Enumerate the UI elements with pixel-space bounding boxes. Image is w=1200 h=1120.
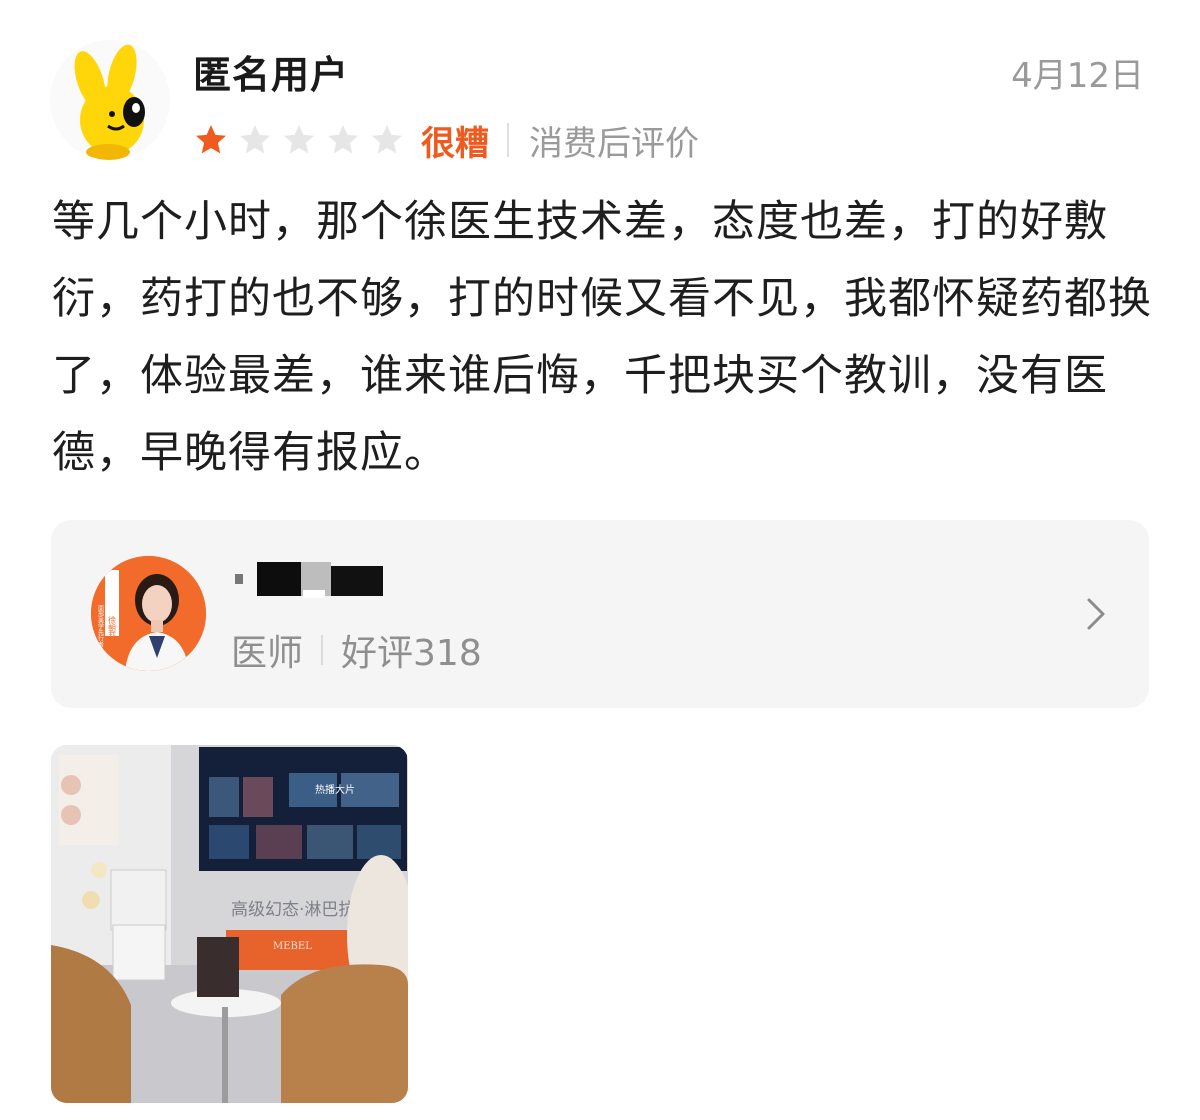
user-avatar[interactable] xyxy=(50,40,170,160)
rating-row: 很糟 消费后评价 xyxy=(193,116,699,164)
username[interactable]: 匿名用户 xyxy=(193,44,349,99)
star-empty-icon xyxy=(240,125,270,154)
doctor-avatar: 徐朝莉 面部美学先行者 xyxy=(91,556,206,671)
star-empty-icon xyxy=(284,125,314,154)
review-text: 等几个小时，那个徐医生技术差，态度也差，打的好敷衍，药打的也不够，打的时候又看不… xyxy=(52,197,1152,478)
divider xyxy=(321,635,324,665)
clinic-waiting-room-photo: 热播大片 高级幻态·淋巴抗衰教学基地 MEBEL xyxy=(51,745,408,1103)
star-filled-icon xyxy=(196,125,226,154)
yellow-rabbit-mascot-icon xyxy=(74,44,145,160)
doctor-meta: 医师 好评318 xyxy=(231,624,482,676)
review-photo[interactable]: 热播大片 高级幻态·淋巴抗衰教学基地 MEBEL xyxy=(51,745,408,1103)
review-date: 4月12日 xyxy=(1011,56,1144,96)
rating-tag: 消费后评价 xyxy=(529,123,699,164)
doctor-card[interactable]: 徐朝莉 面部美学先行者 医师 好评318 xyxy=(51,520,1149,708)
doctor-badge-name: 徐朝莉 xyxy=(108,615,117,640)
tv-tab-text: 热播大片 xyxy=(315,783,355,796)
redacted-doctor-name xyxy=(229,560,389,604)
doctor-good-reviews: 好评318 xyxy=(341,633,482,674)
brand-text: MEBEL xyxy=(273,941,312,952)
doctor-role: 医师 xyxy=(231,633,304,674)
star-empty-icon xyxy=(372,125,402,154)
doctor-badge-text: 面部美学先行者 xyxy=(97,605,104,648)
rating-word: 很糟 xyxy=(421,123,489,164)
divider xyxy=(507,123,509,157)
chevron-right-icon[interactable] xyxy=(1085,596,1109,632)
star-rating xyxy=(193,122,405,158)
star-empty-icon xyxy=(328,125,358,154)
doctor-portrait-icon: 徐朝莉 面部美学先行者 xyxy=(91,556,206,671)
